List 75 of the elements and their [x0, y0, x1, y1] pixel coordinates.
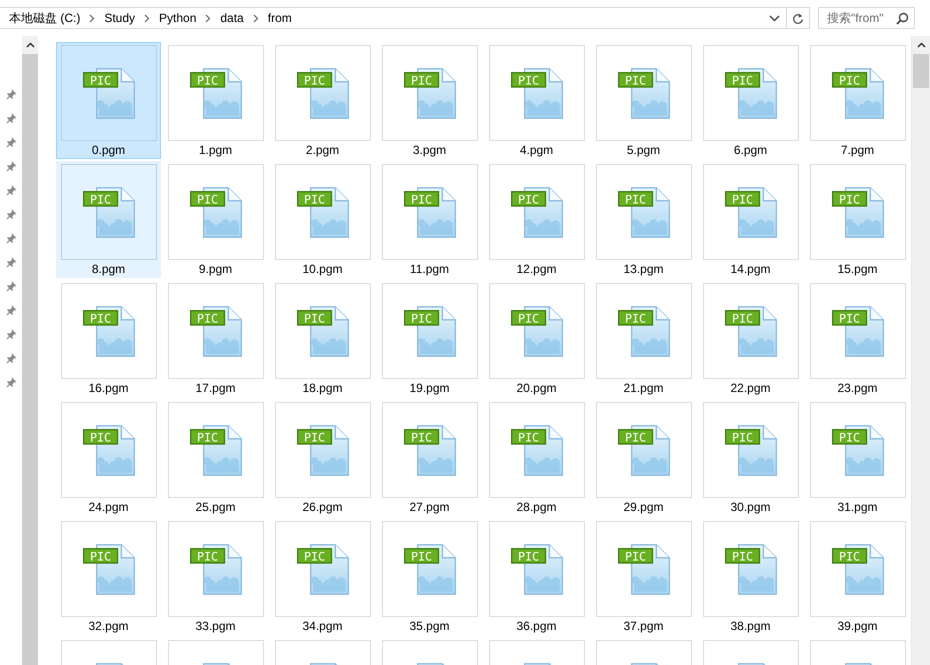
- breadcrumb-item[interactable]: 本地磁盘 (C:): [9, 10, 80, 26]
- file-name: 24.pgm: [88, 500, 129, 514]
- scrollbar[interactable]: [22, 36, 38, 665]
- breadcrumb-item[interactable]: from: [268, 11, 292, 25]
- file-name: 35.pgm: [409, 619, 450, 633]
- file-name: 15.pgm: [837, 262, 878, 276]
- pin-icon[interactable]: [6, 232, 16, 244]
- breadcrumb-item[interactable]: Study: [104, 11, 136, 25]
- pin-icon[interactable]: [6, 208, 16, 220]
- file-name: 17.pgm: [195, 381, 236, 395]
- dropdown-caret-icon[interactable]: [769, 14, 780, 22]
- file-name: 6.pgm: [734, 143, 768, 157]
- caret-up-icon: [26, 42, 34, 48]
- file-name: 26.pgm: [302, 500, 343, 514]
- breadcrumb-item[interactable]: Python: [159, 11, 196, 25]
- file-name: 14.pgm: [730, 262, 771, 276]
- pin-icon[interactable]: [6, 112, 16, 124]
- file-name: 12.pgm: [516, 262, 557, 276]
- file-name: 28.pgm: [516, 500, 557, 514]
- address-bar[interactable]: 本地磁盘 (C:) Study Python data from: [0, 7, 810, 29]
- chevron-right-icon: [144, 14, 150, 22]
- caret-up-icon: [916, 42, 926, 48]
- chevron-right-icon: [205, 14, 212, 22]
- pin-icon[interactable]: [6, 352, 16, 364]
- file-name: 27.pgm: [409, 500, 450, 514]
- pin-icon[interactable]: [6, 256, 16, 268]
- file-name: 10.pgm: [302, 262, 343, 276]
- file-name: 39.pgm: [837, 619, 878, 633]
- pin-icon[interactable]: [6, 304, 16, 316]
- file-name: 37.pgm: [623, 619, 664, 633]
- file-name: 4.pgm: [520, 143, 554, 157]
- pin-icon[interactable]: [6, 328, 16, 340]
- file-name: 9.pgm: [198, 262, 232, 276]
- scroll-thumb[interactable]: [913, 54, 929, 88]
- file-name: 21.pgm: [623, 381, 664, 395]
- file-name: 8.pgm: [92, 262, 126, 276]
- file-name: 5.pgm: [626, 143, 660, 157]
- refresh-icon: [792, 12, 804, 24]
- scroll-up-button[interactable]: [22, 36, 38, 54]
- pin-icon[interactable]: [6, 160, 16, 172]
- pin-icon[interactable]: [6, 376, 16, 388]
- search-icon: [896, 12, 909, 25]
- file-name: 30.pgm: [730, 500, 771, 514]
- file-name: 7.pgm: [840, 143, 874, 157]
- file-name: 3.pgm: [412, 143, 446, 157]
- file-name: 33.pgm: [195, 619, 236, 633]
- chevron-right-icon: [89, 14, 96, 22]
- breadcrumb-item[interactable]: data: [220, 11, 244, 25]
- pin-icon[interactable]: [6, 136, 16, 148]
- file-name: 20.pgm: [516, 381, 557, 395]
- pin-icon[interactable]: [6, 184, 16, 196]
- file-item[interactable]: PIC 0.pgm: [56, 42, 161, 159]
- file-name: 16.pgm: [88, 381, 129, 395]
- file-name: 23.pgm: [837, 381, 878, 395]
- file-name: 31.pgm: [837, 500, 878, 514]
- file-name: 1.pgm: [198, 143, 232, 157]
- search-field[interactable]: 搜索"from": [818, 7, 915, 29]
- file-item[interactable]: PIC 8.pgm: [56, 161, 161, 278]
- scrollbar[interactable]: [911, 36, 930, 665]
- pin-icon[interactable]: [6, 280, 16, 292]
- file-name: 19.pgm: [409, 381, 450, 395]
- file-name: 2.pgm: [306, 143, 340, 157]
- pin-icon[interactable]: [6, 88, 16, 100]
- file-name: 11.pgm: [410, 262, 450, 276]
- file-name: 34.pgm: [302, 619, 343, 633]
- file-name: 18.pgm: [302, 381, 343, 395]
- file-name: 25.pgm: [195, 500, 236, 514]
- file-name: 22.pgm: [730, 381, 771, 395]
- file-name: 13.pgm: [623, 262, 664, 276]
- file-name: 32.pgm: [88, 619, 129, 633]
- file-name: 29.pgm: [623, 500, 664, 514]
- file-name: 0.pgm: [92, 143, 126, 157]
- file-name: 38.pgm: [730, 619, 771, 633]
- file-name: 36.pgm: [516, 619, 557, 633]
- chevron-right-icon: [252, 14, 259, 22]
